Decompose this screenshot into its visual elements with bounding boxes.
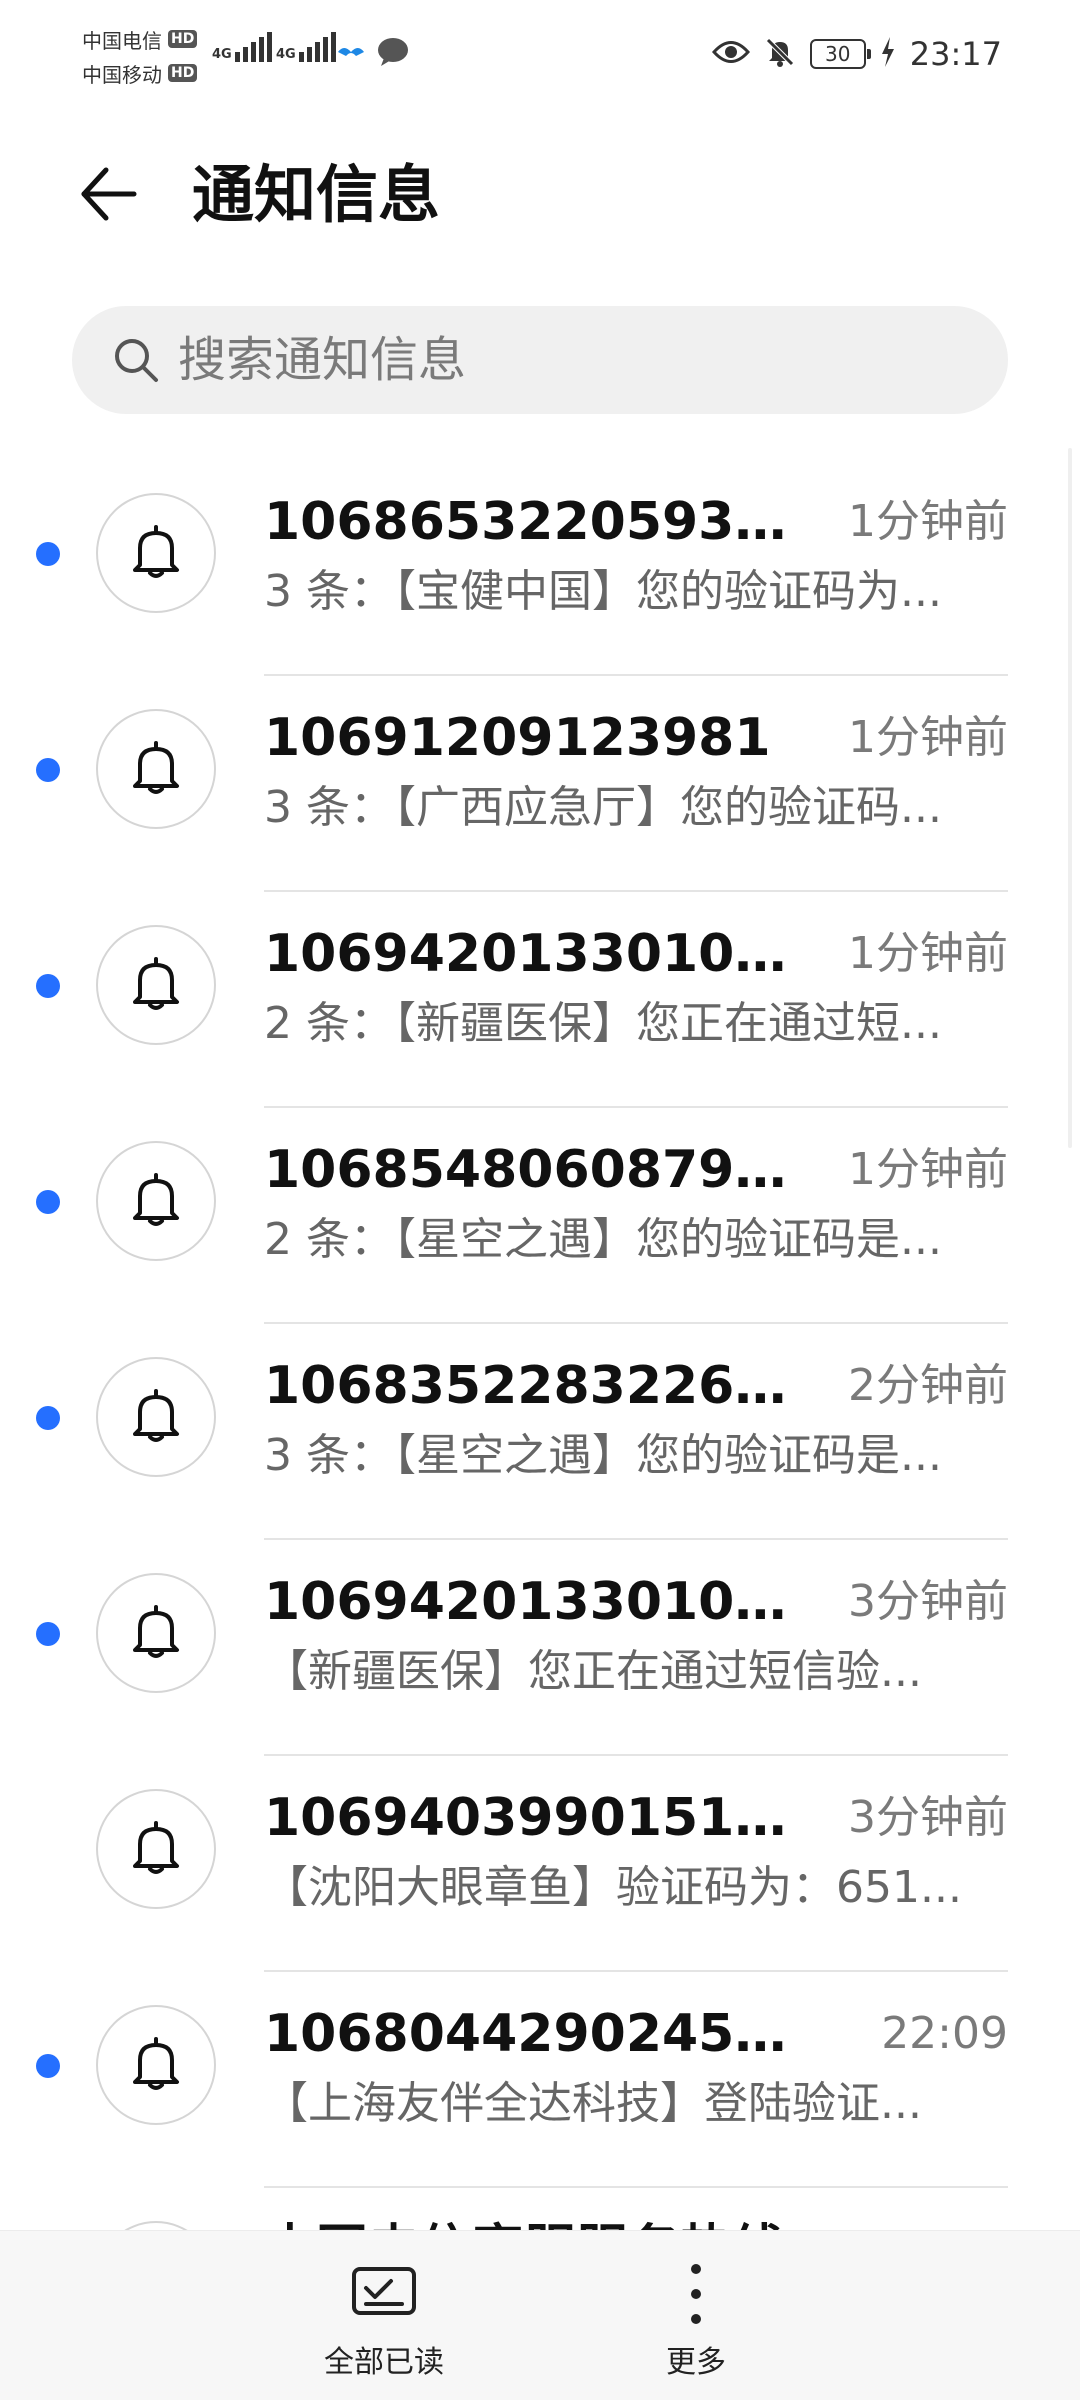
message-list-item[interactable]: 1069420133010019 3分钟前【新疆医保】您正在通过短信验... [0,1540,1080,1756]
more-vertical-icon [686,2259,706,2329]
bell-icon [124,1167,188,1235]
message-sender: 10691209123981 [264,708,771,768]
message-list-item[interactable]: 10691209123981 1分钟前 3 条：【广西应急厅】您的验证码... [0,676,1080,892]
mute-icon [764,36,796,72]
message-sender: 1069420133010018 [264,924,794,984]
unread-indicator [36,2054,60,2078]
carrier-2: 中国移动 [82,62,162,87]
unread-indicator [36,1622,60,1646]
message-sender: 106865322059383 [264,492,794,552]
avatar [96,2005,216,2125]
message-sender: 106835228322651 [264,1356,794,1416]
unread-indicator [36,1190,60,1214]
message-list-item[interactable]: 106835228322651 2分钟前 3 条：【星空之遇】您的验证码是... [0,1324,1080,1540]
back-arrow-icon [81,167,137,221]
unread-indicator [36,542,60,566]
message-time: 22:09 [881,2008,1008,2059]
message-preview: 3 条：【广西应急厅】您的验证码... [264,782,942,833]
bell-icon [124,951,188,1019]
more-label: 更多 [666,2345,726,2380]
avatar [96,1573,216,1693]
mark-all-read-label: 全部已读 [324,2345,444,2380]
message-time: 1分钟前 [848,1144,1008,1195]
message-list-item[interactable]: 中国电信客服服务热线 21:57 [0,2188,1080,2230]
message-preview: 3 条：【星空之遇】您的验证码是... [264,1430,942,1481]
message-list-item[interactable]: 106854806087900 1分钟前 2 条：【星空之遇】您的验证码是... [0,1108,1080,1324]
message-sender: 106940399015183... [264,1788,794,1848]
message-sender: 中国电信客服服务热线 [264,2218,794,2230]
bell-icon [124,1599,188,1667]
status-bar: 中国电信 HD 中国移动 HD 4G 4G 30 23:17 [0,0,1080,110]
avatar [96,925,216,1045]
back-button[interactable] [66,152,150,236]
message-preview: 2 条：【新疆医保】您正在通过短... [264,998,942,1049]
bell-icon [124,735,188,803]
message-sender: 1069420133010019 [264,1572,794,1632]
notification-messages-screen: 中国电信 HD 中国移动 HD 4G 4G 30 23:17 通知信息 搜索通知… [0,0,1080,2400]
avatar [96,709,216,829]
unread-indicator [36,974,60,998]
message-list-item[interactable]: 106865322059383 1分钟前 3 条：【宝健中国】您的验证码为... [0,460,1080,676]
app-header: 通知信息 [0,140,1080,250]
hd-badge: HD [168,64,198,82]
bottom-toolbar: 全部已读 更多 [0,2230,1080,2400]
bell-icon [124,1383,188,1451]
avatar [96,2221,216,2230]
avatar [96,1141,216,1261]
message-list-item[interactable]: 106940399015183... 3分钟前【沈阳大眼章鱼】验证码为：651..… [0,1756,1080,1972]
message-sender: 106804429024507215 [264,2004,794,2064]
avatar [96,1789,216,1909]
message-list-item[interactable]: 1069420133010018 1分钟前 2 条：【新疆医保】您正在通过短... [0,892,1080,1108]
message-list-item[interactable]: 106804429024507215 22:09 【上海友伴全达科技】登陆验证... [0,1972,1080,2188]
message-time: 3分钟前 [848,1576,1008,1627]
charging-icon [880,37,896,71]
eye-icon [711,39,750,69]
search-bar[interactable] [72,306,1008,414]
mark-all-read-button[interactable]: 全部已读 [284,2259,484,2389]
more-button[interactable]: 更多 [596,2259,796,2389]
unread-indicator [36,758,60,782]
message-time: 1分钟前 [848,496,1008,547]
carrier-info: 中国电信 HD 中国移动 HD [82,22,212,90]
message-time: 2分钟前 [848,1360,1008,1411]
bell-icon [124,519,188,587]
message-time: 21:57 [881,2218,1008,2230]
message-preview: 【上海友伴全达科技】登陆验证... [264,2078,922,2129]
hd-badge: HD [168,30,198,48]
unread-indicator [36,1406,60,1430]
message-sender: 106854806087900 [264,1140,794,1200]
avatar [96,493,216,613]
message-preview: 【沈阳大眼章鱼】验证码为：651... [264,1862,962,1913]
signal-icon: 4G [212,32,272,62]
battery-icon: 30 [809,39,871,69]
bell-icon [124,1815,188,1883]
signal-icon: 4G [276,32,336,62]
message-icon [376,36,410,72]
message-time: 3分钟前 [848,1792,1008,1843]
avatar [96,1357,216,1477]
message-time: 1分钟前 [848,928,1008,979]
message-preview: 3 条：【宝健中国】您的验证码为... [264,566,942,617]
search-icon [106,330,166,390]
bell-icon [124,2031,188,2099]
message-time: 1分钟前 [848,712,1008,763]
wifi-icon [336,40,366,68]
clock: 23:17 [909,35,1002,73]
mark-read-icon [349,2259,419,2329]
message-preview: 【新疆医保】您正在通过短信验... [264,1646,922,1697]
message-list: 106865322059383 1分钟前 3 条：【宝健中国】您的验证码为... 10… [0,460,1080,2230]
carrier-1: 中国电信 [82,28,162,53]
search-input[interactable] [178,332,958,388]
message-preview: 2 条：【星空之遇】您的验证码是... [264,1214,942,1265]
page-title: 通知信息 [192,158,441,231]
